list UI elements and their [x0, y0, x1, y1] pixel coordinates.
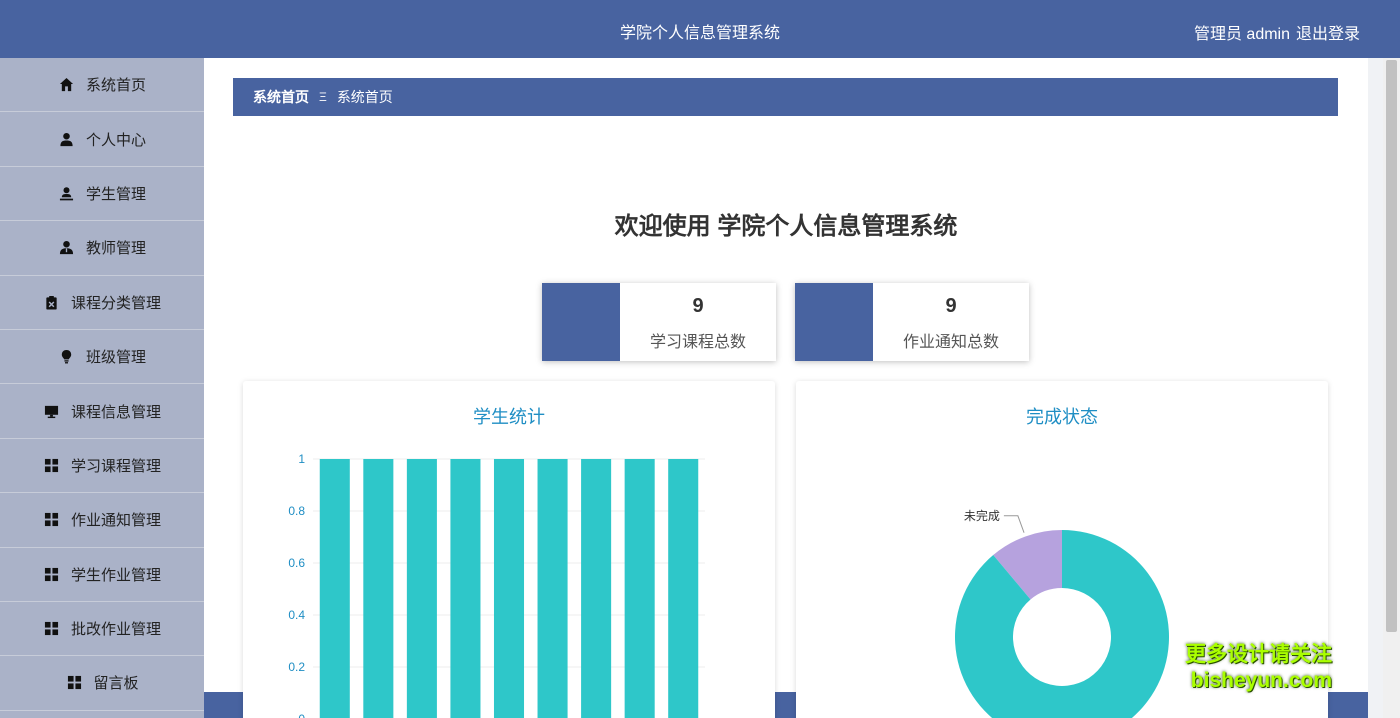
grid-icon	[43, 620, 61, 638]
sidebar-item-students[interactable]: 学生管理	[0, 167, 204, 222]
bar[interactable]	[624, 459, 655, 718]
sidebar-item-study-courses[interactable]: 学习课程管理	[0, 439, 204, 494]
sidebar-item-label: 批改作业管理	[70, 621, 161, 639]
pie-label: 未完成	[964, 508, 1000, 523]
sidebar-item-course-category[interactable]: 课程分类管理	[0, 276, 204, 330]
stat-value: 9	[945, 295, 957, 317]
sidebar-item-profile[interactable]: 个人中心	[0, 112, 204, 167]
y-tick-label: 0	[298, 712, 305, 718]
y-tick-label: 0.8	[288, 504, 305, 518]
stat-card-courses: 9 学习课程总数	[542, 283, 776, 361]
sidebar-item-classes[interactable]: 班级管理	[0, 330, 204, 385]
student-stats-bar-chart: 0 0.2 0.4 0.6 0.8 1	[288, 452, 705, 718]
bar[interactable]	[319, 459, 350, 718]
main-content: 系统首页 Ξ 系统首页 欢迎使用 学院个人信息管理系统 9 学习课程总数 9 作…	[204, 58, 1368, 718]
stat-card-color-block	[795, 283, 873, 361]
bar[interactable]	[450, 459, 481, 718]
sidebar-item-label: 教师管理	[85, 240, 146, 258]
sidebar-item-student-homework[interactable]: 学生作业管理	[0, 548, 204, 602]
welcome-heading: 欢迎使用 学院个人信息管理系统	[614, 213, 958, 240]
student-icon	[58, 184, 76, 202]
sidebar-item-label: 学习课程管理	[70, 457, 161, 475]
y-tick-label: 0.2	[288, 660, 305, 674]
sidebar-item-label: 系统首页	[85, 77, 146, 95]
sidebar-item-label: 个人中心	[85, 131, 146, 149]
sidebar-item-teachers[interactable]: 教师管理	[0, 221, 204, 276]
sidebar-item-label: 学生作业管理	[70, 566, 161, 584]
pie-slice[interactable]	[955, 530, 1169, 718]
lightbulb-icon	[58, 348, 76, 366]
y-tick-label: 0.4	[288, 608, 305, 622]
watermark-line: bisheyun.com	[1190, 669, 1332, 692]
clipboard-icon	[43, 293, 61, 311]
bar[interactable]	[537, 459, 568, 718]
stat-label: 作业通知总数	[902, 334, 999, 351]
sidebar-item-label: 留言板	[93, 675, 139, 693]
sidebar-item-label: 学生管理	[85, 185, 146, 203]
app-title: 学院个人信息管理系统	[619, 25, 780, 42]
y-tick-label: 1	[298, 452, 305, 466]
monitor-icon	[43, 402, 61, 420]
grid-icon	[43, 456, 61, 474]
sidebar-item-label: 课程信息管理	[70, 403, 161, 421]
user-icon	[58, 130, 76, 148]
home-icon	[58, 76, 76, 94]
sidebar-item-homework-notices[interactable]: 作业通知管理	[0, 493, 204, 548]
breadcrumb-root[interactable]: 系统首页	[253, 87, 309, 107]
breadcrumb-current: 系统首页	[336, 89, 393, 105]
stat-value: 9	[692, 295, 704, 317]
bar[interactable]	[406, 459, 437, 718]
watermark-line: 更多设计请关注	[1185, 643, 1332, 666]
watermark: 更多设计请关注 bisheyun.com	[1172, 642, 1332, 694]
sidebar: 系统首页 个人中心 学生管理 教师管理 课程分类管理 班级管理 课程信息管理 学…	[0, 58, 204, 718]
teacher-icon	[58, 239, 76, 257]
top-bar: 学院个人信息管理系统 管理员 admin 退出登录	[0, 0, 1400, 58]
bar[interactable]	[493, 459, 525, 718]
current-user: 管理员 admin	[1193, 26, 1290, 43]
stat-card-notices: 9 作业通知总数	[795, 283, 1029, 361]
sidebar-item-label: 课程分类管理	[70, 294, 161, 312]
stat-label: 学习课程总数	[649, 334, 746, 351]
scrollbar-thumb[interactable]	[1386, 60, 1397, 632]
sidebar-item-home[interactable]: 系统首页	[0, 58, 204, 113]
sidebar-item-message-board[interactable]: 留言板	[0, 656, 204, 711]
logout-button[interactable]: 退出登录	[1296, 20, 1360, 44]
sidebar-item-grading[interactable]: 批改作业管理	[0, 602, 204, 657]
pie-label-line	[1003, 515, 1025, 533]
bar[interactable]	[668, 459, 699, 718]
grid-icon	[65, 674, 83, 692]
grid-icon	[43, 511, 61, 529]
y-tick-label: 0.6	[288, 556, 305, 570]
bar[interactable]	[581, 459, 612, 718]
bar[interactable]	[363, 459, 394, 718]
grid-icon	[43, 565, 61, 583]
sidebar-item-label: 作业通知管理	[70, 512, 161, 530]
breadcrumb-separator: Ξ	[319, 90, 327, 104]
student-stats-chart-card: 学生统计 00.20.40.60.81	[243, 381, 775, 718]
breadcrumb: 系统首页 Ξ 系统首页	[233, 78, 1338, 116]
sidebar-item-label: 班级管理	[85, 349, 146, 367]
sidebar-item-course-info[interactable]: 课程信息管理	[0, 384, 204, 439]
stat-card-color-block	[542, 283, 620, 361]
